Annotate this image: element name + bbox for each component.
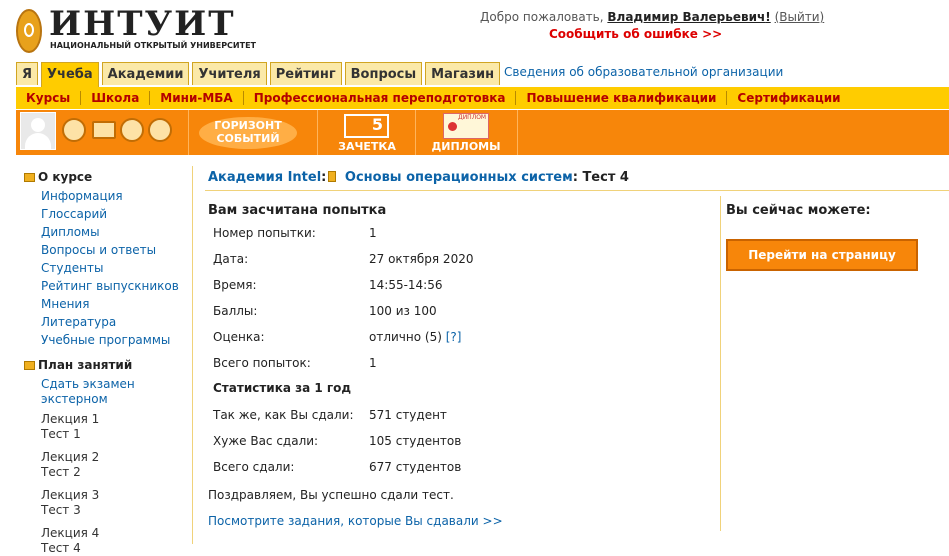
sidebar-item-programs[interactable]: Учебные программы — [41, 333, 170, 347]
same-score-value: 571 студент — [369, 408, 447, 422]
sub-navigation: Курсы Школа Мини-МБА Профессиональная пе… — [16, 87, 949, 109]
welcome-line: Добро пожаловать, Владимир Валерьевич! (… — [480, 10, 825, 24]
congrats-text: Поздравляем, Вы успешно сдали тест. — [208, 488, 454, 502]
logo-subtitle: НАЦИОНАЛЬНЫЙ ОТКРЫТЫЙ УНИВЕРСИТЕТ — [50, 41, 257, 50]
divider — [415, 110, 416, 155]
sidebar-item-students[interactable]: Студенты — [41, 261, 103, 275]
total-passed-value: 677 студентов — [369, 460, 462, 474]
tab-reiting[interactable]: Рейтинг — [269, 62, 342, 85]
zachetka-icon[interactable]: 5 — [344, 114, 389, 138]
sidebar-item-opinions[interactable]: Мнения — [41, 297, 89, 311]
worse-score-label: Хуже Вас сдали: — [213, 434, 319, 448]
envelope-icon[interactable] — [92, 121, 116, 139]
go-to-course-button[interactable]: Перейти на страницу курса — [726, 239, 918, 290]
people-icon[interactable] — [120, 118, 144, 142]
subnav-mini-mba[interactable]: Мини-МБА — [150, 91, 244, 105]
sidebar-divider — [192, 166, 193, 544]
date-label: Дата: — [213, 252, 249, 266]
tab-voprosy[interactable]: Вопросы — [344, 62, 423, 85]
score-value: 100 из 100 — [369, 304, 437, 318]
sidebar-item-rating[interactable]: Рейтинг выпускников — [41, 279, 179, 293]
sidebar-item-literature[interactable]: Литература — [41, 315, 116, 329]
folder-icon — [24, 361, 35, 370]
lecture-item-4[interactable]: Лекция 4 Тест 4 — [41, 526, 99, 556]
see-tasks-link[interactable]: Посмотрите задания, которые Вы сдавали >… — [208, 514, 503, 528]
subnav-perepodgotovka[interactable]: Профессиональная переподготовка — [244, 91, 517, 105]
sidebar-exam-link[interactable]: Сдать экзамен экстерном — [41, 377, 135, 407]
total-attempts-value: 1 — [369, 356, 377, 370]
alarm-clock-icon[interactable] — [62, 118, 86, 142]
score-label: Баллы: — [213, 304, 258, 318]
divider — [317, 110, 318, 155]
subnav-kvalifikacia[interactable]: Повышение квалификации — [516, 91, 728, 105]
lecture-item-3[interactable]: Лекция 3 Тест 3 — [41, 488, 99, 518]
divider — [205, 190, 949, 191]
avatar-icon[interactable] — [20, 112, 56, 150]
worse-score-value: 105 студентов — [369, 434, 462, 448]
subnav-shkola[interactable]: Школа — [81, 91, 151, 105]
breadcrumb-current: Тест 4 — [582, 170, 629, 185]
sidebar-plan-title: План занятий — [24, 358, 132, 372]
divider — [188, 110, 189, 155]
sidebar-item-info[interactable]: Информация — [41, 189, 123, 203]
logo-text[interactable]: ИНТУИТ — [49, 4, 236, 44]
logout-link[interactable]: (Выйти) — [775, 10, 825, 24]
stats-title: Статистика за 1 год — [213, 381, 352, 395]
book-icon — [328, 171, 337, 182]
tab-ucheba[interactable]: Учеба — [41, 62, 99, 87]
grade-label: Оценка: — [213, 330, 265, 344]
right-column-divider — [720, 196, 721, 531]
main-tabs: Я Учеба Академии Учителя Рейтинг Вопросы… — [16, 62, 503, 87]
grade-help-link[interactable]: [?] — [446, 330, 462, 344]
subnav-sertifikacii[interactable]: Сертификации — [727, 91, 850, 105]
date-value: 27 октября 2020 — [369, 252, 474, 266]
tab-magazin[interactable]: Магазин — [425, 62, 501, 85]
grade-value: отлично (5) [?] — [369, 330, 462, 344]
breadcrumb-academy[interactable]: Академия Intel — [208, 170, 321, 185]
sidebar-about-title: О курсе — [24, 170, 92, 184]
same-score-label: Так же, как Вы сдали: — [213, 408, 354, 422]
breadcrumb: Академия Intel: Основы операционных сист… — [208, 170, 629, 185]
folder-icon — [24, 173, 35, 182]
lecture-item-1[interactable]: Лекция 1 Тест 1 — [41, 412, 99, 442]
tab-ya[interactable]: Я — [16, 62, 39, 85]
welcome-prefix: Добро пожаловать, — [480, 10, 604, 24]
user-name-link[interactable]: Владимир Валерьевич — [607, 10, 765, 24]
time-value: 14:55-14:56 — [369, 278, 443, 292]
org-info-link[interactable]: Сведения об образовательной организации — [504, 65, 783, 79]
attempt-number-label: Номер попытки: — [213, 226, 316, 240]
logo-emblem-icon[interactable] — [16, 9, 42, 53]
time-label: Время: — [213, 278, 257, 292]
divider — [517, 110, 518, 155]
tab-akademii[interactable]: Академии — [101, 62, 190, 85]
lecture-item-2[interactable]: Лекция 2 Тест 2 — [41, 450, 99, 480]
subnav-kursy[interactable]: Курсы — [16, 91, 82, 105]
total-passed-label: Всего сдали: — [213, 460, 295, 474]
sidebar-item-diplomas[interactable]: Дипломы — [41, 225, 100, 239]
zachetka-label[interactable]: ЗАЧЕТКА — [333, 140, 401, 153]
result-title: Вам засчитана попытка — [208, 203, 387, 218]
attempt-number-value: 1 — [369, 226, 377, 240]
report-error-link[interactable]: Сообщить об ошибке >> — [549, 27, 722, 41]
bell-icon[interactable] — [148, 118, 172, 142]
gorizont-label: ГОРИЗОНТ СОБЫТИЙ — [214, 119, 282, 145]
diplomy-label[interactable]: ДИПЛОМЫ — [427, 140, 505, 153]
total-attempts-label: Всего попыток: — [213, 356, 311, 370]
tab-uchitelya[interactable]: Учителя — [192, 62, 267, 85]
sidebar-item-glossary[interactable]: Глоссарий — [41, 207, 107, 221]
sidebar-item-qa[interactable]: Вопросы и ответы — [41, 243, 156, 257]
diploma-icon[interactable]: ДИПЛОМ — [443, 113, 489, 139]
actions-title: Вы сейчас можете: — [726, 203, 871, 218]
breadcrumb-course[interactable]: Основы операционных систем — [345, 170, 573, 185]
